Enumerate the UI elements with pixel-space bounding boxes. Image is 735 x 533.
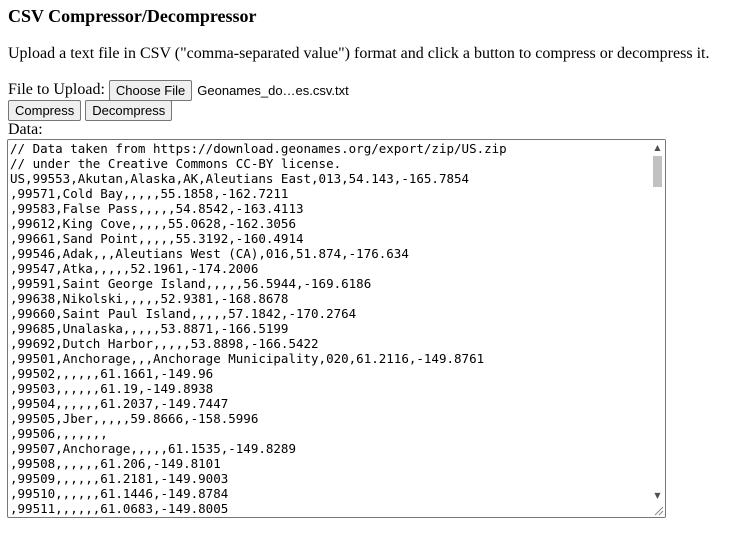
data-line: ,99504,,,,,,61.2037,-149.7447 — [10, 396, 229, 411]
data-line: ,99510,,,,,,61.1446,-149.8784 — [10, 486, 229, 501]
data-line: ,99546,Adak,,,Aleutians West (CA),016,51… — [10, 246, 409, 261]
data-line: ,99508,,,,,,61.206,-149.8101 — [10, 456, 221, 471]
data-label: Data: — [8, 121, 43, 138]
data-line: ,99509,,,,,,61.2181,-149.9003 — [10, 471, 229, 486]
data-line: ,99506,,,,,,, — [10, 426, 108, 441]
data-line: ,99692,Dutch Harbor,,,,,53.8898,-166.542… — [10, 336, 319, 351]
data-line: ,99638,Nikolski,,,,,52.9381,-168.8678 — [10, 291, 289, 306]
upload-label: File to Upload: — [8, 81, 105, 98]
data-line: // under the Creative Commons CC-BY lice… — [10, 156, 342, 171]
choose-file-button[interactable]: Choose File — [108, 79, 193, 101]
action-buttons: Compress Decompress — [8, 100, 173, 121]
data-line: ,99507,Anchorage,,,,,61.1535,-149.8289 — [10, 441, 296, 456]
data-line: US,99553,Akutan,Alaska,AK,Aleutians East… — [10, 171, 470, 186]
data-line: ,99547,Atka,,,,,52.1961,-174.2006 — [10, 261, 259, 276]
decompress-button[interactable]: Decompress — [85, 100, 173, 121]
intro-text: Upload a text file in CSV ("comma-separa… — [8, 45, 710, 62]
data-line: ,99503,,,,,,61.19,-149.8938 — [10, 381, 214, 396]
data-line: ,99685,Unalaska,,,,,53.8871,-166.5199 — [10, 321, 289, 336]
data-textarea[interactable]: // Data taken from https://download.geon… — [7, 139, 666, 518]
scrollbar-thumb[interactable] — [653, 156, 662, 187]
scroll-up-icon[interactable]: ▲ — [650, 141, 665, 155]
page-title: CSV Compressor/Decompressor — [8, 6, 257, 26]
data-line: ,99612,King Cove,,,,,55.0628,-162.3056 — [10, 216, 296, 231]
upload-row: File to Upload: Choose File Geonames_do…… — [8, 79, 349, 101]
selected-file-name: Geonames_do…es.csv.txt — [197, 82, 349, 98]
data-line: ,99660,Saint Paul Island,,,,,57.1842,-17… — [10, 306, 357, 321]
data-line: ,99591,Saint George Island,,,,,56.5944,-… — [10, 276, 372, 291]
data-line: ,99511,,,,,,61.0683,-149.8005 — [10, 501, 229, 516]
data-line: ,99571,Cold Bay,,,,,55.1858,-162.7211 — [10, 186, 289, 201]
data-line: ,99501,Anchorage,,,Anchorage Municipalit… — [10, 351, 485, 366]
compress-button[interactable]: Compress — [8, 100, 82, 121]
resize-grip-icon[interactable] — [652, 504, 664, 516]
data-line: ,99502,,,,,,61.1661,-149.96 — [10, 366, 214, 381]
data-line: ,99661,Sand Point,,,,,55.3192,-160.4914 — [10, 231, 304, 246]
data-line: // Data taken from https://download.geon… — [10, 141, 507, 156]
data-text-content[interactable]: // Data taken from https://download.geon… — [10, 141, 648, 517]
page: CSV Compressor/Decompressor Upload a tex… — [0, 0, 735, 533]
data-line: ,99505,Jber,,,,,59.8666,-158.5996 — [10, 411, 259, 426]
vertical-scrollbar[interactable]: ▲ ▼ — [650, 140, 665, 517]
data-line: ,99583,False Pass,,,,,54.8542,-163.4113 — [10, 201, 304, 216]
scroll-down-icon[interactable]: ▼ — [650, 489, 665, 503]
